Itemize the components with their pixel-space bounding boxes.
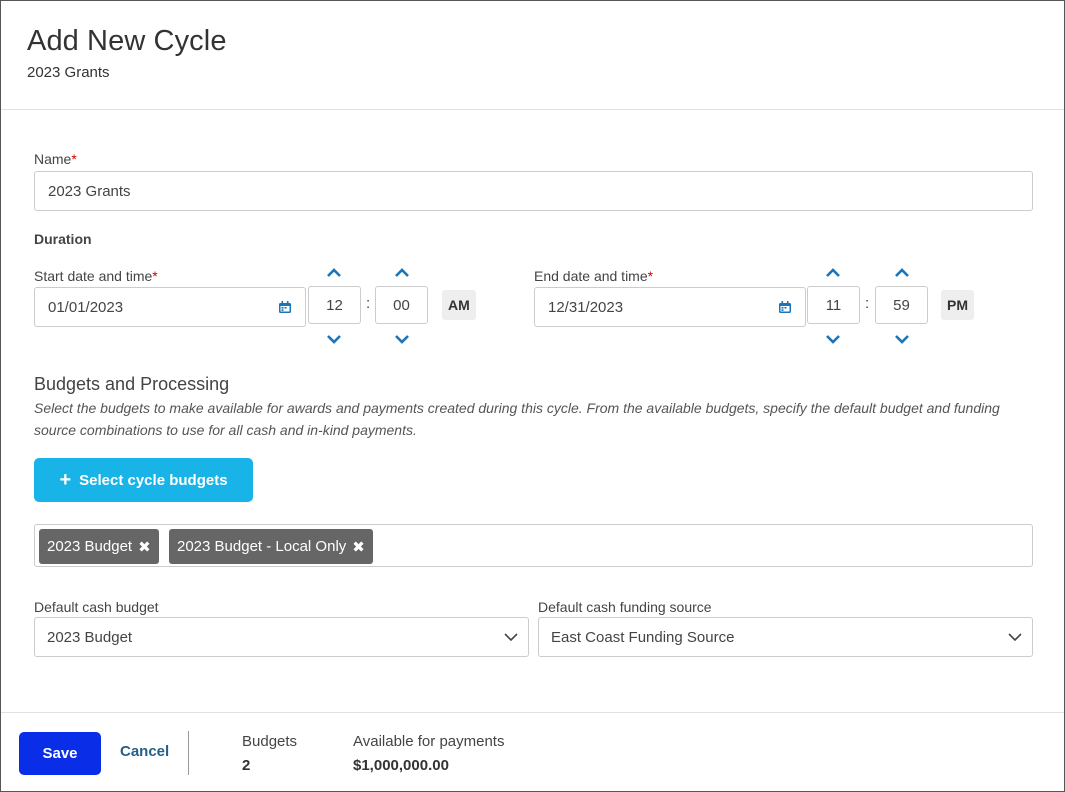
budget-tag: 2023 Budget - Local Only ✖ (169, 529, 373, 564)
duration-heading: Duration (34, 231, 92, 247)
page-subtitle: 2023 Grants (27, 64, 110, 81)
default-cash-budget-select[interactable]: 2023 Budget (34, 617, 529, 657)
hour-down-chevron-icon[interactable] (825, 334, 841, 344)
available-payments-label: Available for payments (353, 733, 505, 750)
end-date-input[interactable]: 12/31/2023 (534, 287, 806, 327)
budgets-count-label: Budgets (242, 733, 298, 750)
budgets-section-title: Budgets and Processing (34, 374, 230, 394)
start-date-input[interactable]: 01/01/2023 (34, 287, 306, 327)
name-label-text: Name (34, 151, 72, 167)
calendar-icon[interactable] (279, 301, 291, 313)
select-cycle-budgets-label: Select cycle budgets (79, 471, 228, 489)
hour-up-chevron-icon[interactable] (825, 268, 841, 278)
plus-icon: + (59, 469, 72, 491)
page-title: Add New Cycle (27, 25, 227, 57)
save-button[interactable]: Save (19, 732, 101, 775)
minute-down-chevron-icon[interactable] (394, 334, 410, 344)
end-date-label: End date and time* (534, 268, 653, 284)
start-hour-input[interactable]: 12 (308, 286, 361, 324)
calendar-icon[interactable] (779, 301, 791, 313)
budgets-help-text: Select the budgets to make available for… (34, 400, 1000, 438)
budget-tag: 2023 Budget ✖ (39, 529, 159, 564)
start-date-label-text: Start date and time (34, 268, 153, 284)
required-mark: * (71, 151, 77, 167)
end-date-value: 12/31/2023 (548, 298, 624, 316)
start-meridiem-toggle[interactable]: AM (442, 290, 476, 320)
chevron-down-icon (1008, 633, 1022, 642)
name-label: Name* (34, 151, 77, 167)
required-mark: * (647, 268, 654, 284)
hour-up-chevron-icon[interactable] (326, 268, 342, 278)
end-hour-input[interactable]: 11 (807, 286, 860, 324)
cancel-button[interactable]: Cancel (120, 743, 169, 760)
minute-up-chevron-icon[interactable] (894, 268, 910, 278)
name-input[interactable]: 2023 Grants (34, 171, 1033, 211)
end-date-label-text: End date and time (534, 268, 648, 284)
remove-tag-icon[interactable]: ✖ (138, 538, 151, 556)
dialog-header: Add New Cycle 2023 Grants (1, 1, 1064, 110)
default-cash-budget-label: Default cash budget (34, 599, 159, 615)
selected-budgets-field[interactable]: 2023 Budget ✖ 2023 Budget - Local Only ✖ (34, 524, 1033, 567)
start-minute-input[interactable]: 00 (375, 286, 428, 324)
select-cycle-budgets-button[interactable]: + Select cycle budgets (34, 458, 253, 502)
time-separator: : (865, 295, 870, 312)
time-separator: : (366, 295, 371, 312)
hour-down-chevron-icon[interactable] (326, 334, 342, 344)
budgets-count-value: 2 (242, 757, 251, 774)
end-meridiem-toggle[interactable]: PM (941, 290, 974, 320)
budget-tag-label: 2023 Budget (47, 538, 133, 555)
end-minute-input[interactable]: 59 (875, 286, 928, 324)
start-date-value: 01/01/2023 (48, 298, 124, 316)
default-funding-source-value: East Coast Funding Source (551, 628, 735, 646)
minute-up-chevron-icon[interactable] (394, 268, 410, 278)
remove-tag-icon[interactable]: ✖ (352, 538, 365, 556)
default-cash-budget-value: 2023 Budget (47, 628, 133, 646)
default-funding-source-label: Default cash funding source (538, 599, 712, 615)
chevron-down-icon (504, 633, 518, 642)
start-date-label: Start date and time* (34, 268, 158, 284)
default-funding-source-select[interactable]: East Coast Funding Source (538, 617, 1033, 657)
required-mark: * (152, 268, 158, 284)
add-cycle-dialog: Add New Cycle 2023 Grants Name* 2023 Gra… (0, 0, 1065, 792)
available-payments-value: $1,000,000.00 (353, 757, 449, 774)
minute-down-chevron-icon[interactable] (894, 334, 910, 344)
footer-divider (188, 731, 189, 775)
budget-tag-label: 2023 Budget - Local Only (177, 538, 347, 555)
